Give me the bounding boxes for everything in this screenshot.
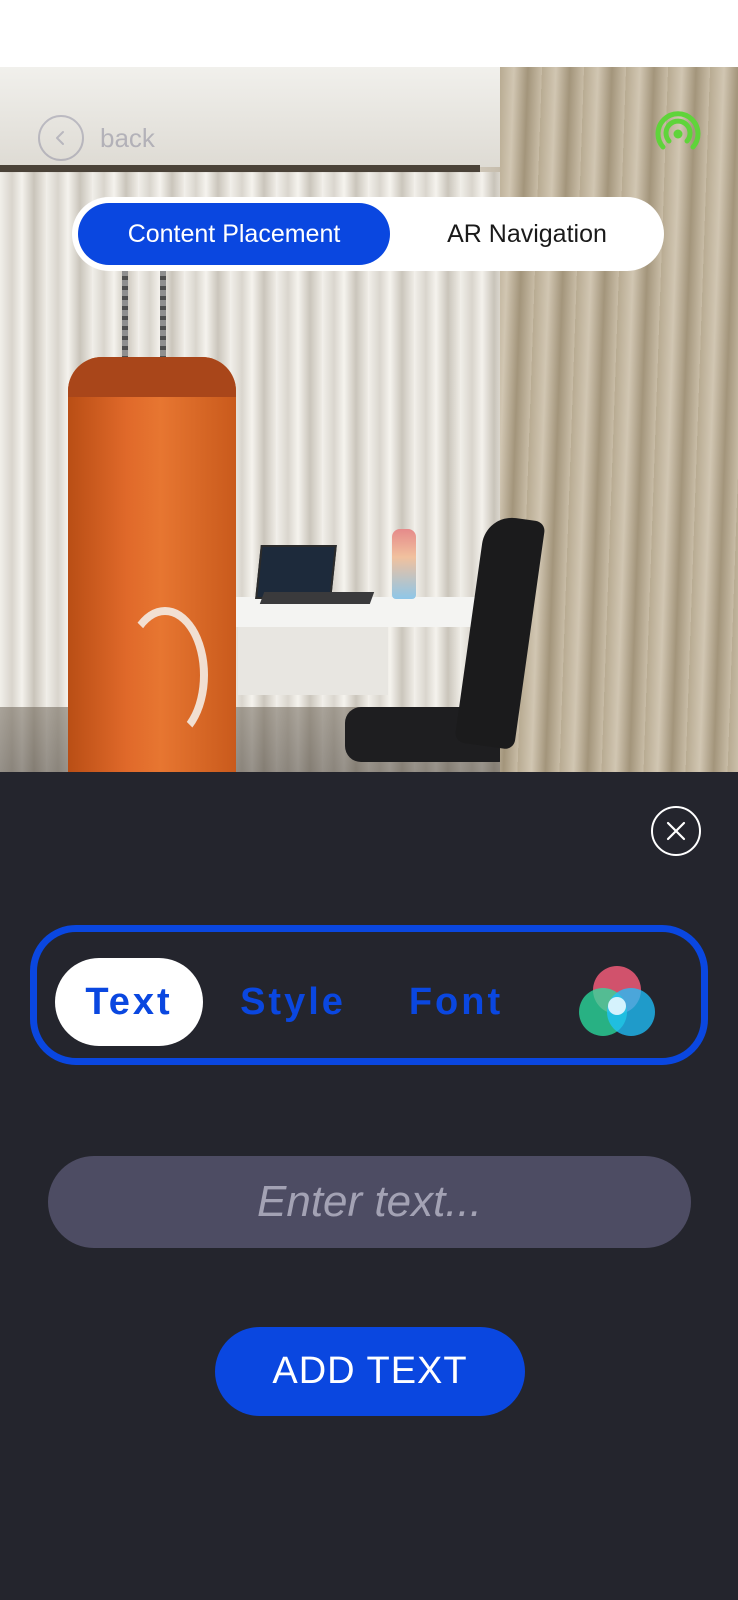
desk-drawer: [238, 625, 388, 695]
tab-style[interactable]: Style: [233, 958, 353, 1046]
punching-bag-top: [68, 357, 236, 397]
mode-switch: Content Placement AR Navigation: [72, 197, 664, 271]
laptop: [255, 545, 337, 599]
close-icon: [666, 821, 686, 841]
curtain-right: [500, 67, 738, 772]
chevron-left-icon: [38, 115, 84, 161]
text-input[interactable]: [48, 1156, 691, 1248]
back-button[interactable]: back: [38, 115, 155, 161]
tab-font[interactable]: Font: [401, 958, 511, 1046]
ar-camera-view[interactable]: [0, 67, 738, 772]
wifi-signal-icon: [655, 111, 701, 150]
water-bottle: [392, 529, 416, 599]
back-label: back: [100, 122, 155, 153]
bag-logo-icon: [122, 607, 208, 743]
tab-ar-navigation[interactable]: AR Navigation: [402, 203, 652, 265]
tab-text[interactable]: Text: [55, 958, 203, 1046]
add-text-button[interactable]: ADD TEXT: [215, 1327, 525, 1416]
tab-content-placement[interactable]: Content Placement: [78, 203, 390, 265]
laptop-base: [259, 592, 375, 604]
close-button[interactable]: [651, 806, 701, 856]
editor-tabs: Text Style Font: [30, 925, 708, 1065]
color-wheel-icon[interactable]: [577, 962, 657, 1040]
